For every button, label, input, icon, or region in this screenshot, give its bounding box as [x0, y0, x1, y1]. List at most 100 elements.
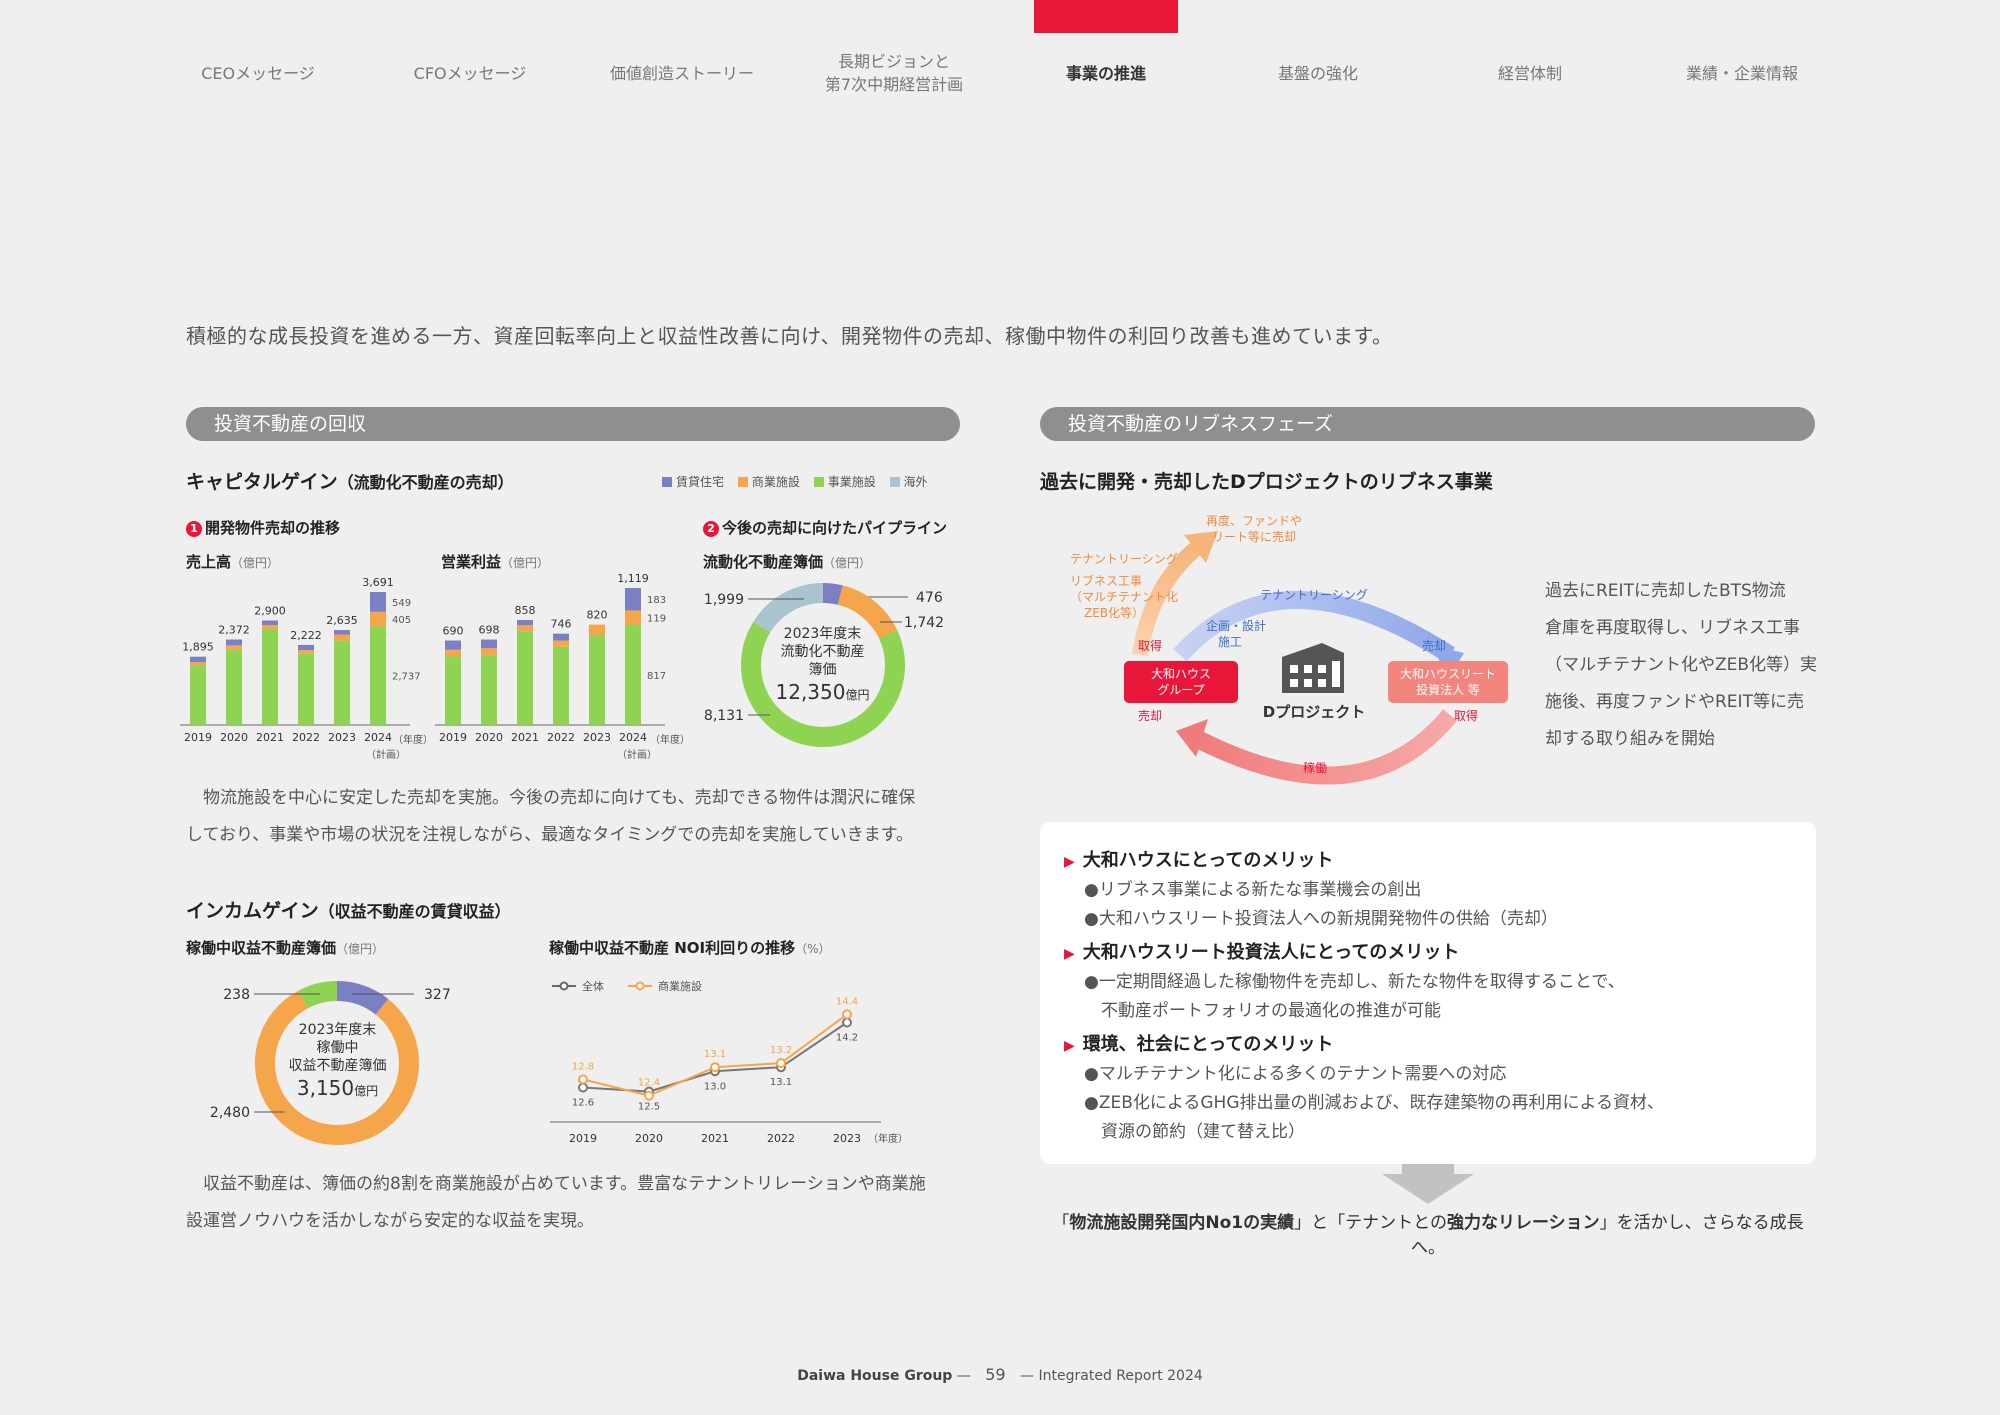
merit-title: 大和ハウスリート投資法人にとってのメリット — [1082, 942, 1460, 963]
nav-governance[interactable]: 経営体制 — [1430, 62, 1630, 85]
conclusion-part: 「 — [1052, 1213, 1070, 1233]
bar-total-label: 2,635 — [326, 614, 358, 627]
data-label: 13.2 — [770, 1045, 792, 1056]
bar-segment — [481, 639, 497, 649]
data-label: 13.0 — [704, 1081, 726, 1092]
body-line: 物流施設を中心に安定した売却を実施。今後の売却に向けても、売却できる物件は潤沢に… — [186, 788, 916, 808]
year-unit: （年度） — [868, 1132, 908, 1145]
bar-segment — [298, 653, 314, 725]
diagram-text: 取得 — [1454, 708, 1478, 723]
footer-dash: — — [956, 1368, 976, 1384]
diagram-text: テナントリーシング — [1070, 552, 1178, 566]
bar-segment — [625, 588, 641, 611]
merit-title: 大和ハウスにとってのメリット — [1082, 850, 1334, 871]
footer-brand: Daiwa House Group — [797, 1368, 953, 1384]
number-badge: 2 — [703, 521, 719, 537]
side-line: 過去にREITに売却したBTS物流 — [1545, 581, 1786, 601]
data-point — [710, 1062, 720, 1073]
donut-center-line: 収益不動産簿価 — [288, 1058, 387, 1074]
bar-segment — [481, 648, 497, 656]
section-title-left: 投資不動産の回収 — [186, 407, 960, 441]
bar-segment — [370, 626, 386, 725]
x-tick-label: 2020 — [635, 1132, 663, 1145]
diagram-text: 売却 — [1422, 638, 1446, 653]
bar-segment — [226, 639, 242, 646]
bar-total-label: 698 — [479, 624, 500, 637]
data-label: 13.1 — [770, 1077, 792, 1088]
merit-item: ●リブネス事業による新たな事業機会の創出 — [1084, 880, 1422, 900]
plan-note: （計画） — [366, 750, 406, 761]
merit-item: ●一定期間経過した稼働物件を売却し、新たな物件を取得することで、 — [1084, 972, 1625, 992]
legend-swatch-business — [813, 477, 824, 487]
merit-item: 資源の節約（建て替え比） — [1084, 1122, 1305, 1142]
income-gain-heading: インカムゲイン（収益不動産の賃貸収益） — [186, 896, 511, 923]
nav-ceo-message[interactable]: CEOメッセージ — [158, 62, 358, 85]
x-tick-label: 2022 — [547, 731, 575, 744]
donut-total: 12,350億円 — [740, 680, 905, 704]
bar-segment — [262, 625, 278, 630]
diagram-text: ZEB化等） — [1084, 606, 1144, 620]
nav-active-indicator — [1034, 0, 1178, 33]
diagram-text: 稼働 — [1303, 760, 1327, 775]
x-tick-label: 2022 — [767, 1132, 795, 1145]
side-line: （マルチテナント化やZEB化等）実 — [1545, 655, 1818, 675]
bar-segment — [445, 649, 461, 657]
merit-title: 環境、社会にとってのメリット — [1082, 1034, 1334, 1055]
intro-text: 積極的な成長投資を進める一方、資産回転率向上と収益性改善に向け、開発物件の売却、… — [186, 324, 1393, 348]
legend-swatch-overseas — [889, 477, 900, 487]
nav-foundation[interactable]: 基盤の強化 — [1218, 62, 1418, 85]
bar-total-label: 690 — [443, 625, 464, 638]
slice-label: 1,999 — [704, 592, 744, 608]
bar-total-label: 1,895 — [182, 641, 214, 654]
pipe-title-text: 流動化不動産簿価 — [703, 553, 824, 571]
conclusion-text: 「物流施設開発国内No1の実績」と「テナントとの強力なリレーション」を活かし、さ… — [1040, 1208, 1816, 1258]
merit-item: ●大和ハウスリート投資法人への新規開発物件の供給（売却） — [1084, 909, 1558, 929]
noi-line-chart: 全体 商業施設 12.6 12.5 13.0 13.1 14.2 12.8 12.4 13.1 13… — [550, 979, 908, 1145]
legend-label: 海外 — [903, 475, 928, 489]
segment-label: 405 — [392, 615, 411, 626]
data-label: 12.8 — [572, 1061, 594, 1072]
donut-total-unit: 億円 — [845, 688, 870, 702]
data-point — [578, 1074, 588, 1085]
triangle-icon: ▶ — [1064, 946, 1075, 962]
merit-item: ●マルチテナント化による多くのテナント需要への対応 — [1084, 1064, 1507, 1084]
page-footer: Daiwa House Group — 59 — Integrated Repo… — [0, 1365, 2000, 1384]
body-line: 設運営ノウハウを活かしながら安定的な収益を実現。 — [186, 1211, 594, 1231]
capital-gain-title-paren: （流動化不動産の売却） — [337, 473, 514, 492]
side-line: 却する取り組みを開始 — [1545, 729, 1715, 749]
pipeline-donut-center: 2023年度末 流動化不動産 簿価 12,350億円 — [740, 625, 905, 704]
donut-center-line: 2023年度末 — [298, 1022, 377, 1038]
diagram-text: テナントリーシング — [1260, 588, 1368, 602]
book-value-title: 稼働中収益不動産簿価（億円） — [186, 937, 384, 958]
nav-performance[interactable]: 業績・企業情報 — [1642, 62, 1842, 85]
bar-segment — [226, 645, 242, 651]
triangle-icon: ▶ — [1064, 1038, 1075, 1054]
plan-note: （計画） — [617, 750, 657, 761]
unit-label: （億円） — [823, 556, 872, 570]
donut-center-line: 2023年度末 — [783, 626, 862, 642]
year-unit: （年度） — [650, 735, 690, 746]
x-tick-label: 2019 — [439, 731, 467, 744]
year-unit: （年度） — [393, 735, 433, 746]
x-tick-label: 2021 — [511, 731, 539, 744]
diagram-center-label: Dプロジェクト — [1263, 703, 1365, 721]
diagram-text: 再度、ファンドや — [1206, 513, 1302, 528]
x-tick-label: 2023 — [583, 731, 611, 744]
data-point — [578, 1082, 588, 1093]
slice-label: 476 — [916, 590, 943, 606]
body-line: しており、事業や市場の状況を注視しながら、最適なタイミングでの売却を実施していき… — [186, 825, 914, 845]
nav-value-creation[interactable]: 価値創造ストーリー — [582, 62, 782, 85]
nav-long-term-vision[interactable]: 長期ビジョンと 第7次中期経営計画 — [794, 50, 994, 96]
diagram-side-text: 過去にREITに売却したBTS物流 倉庫を再度取得し、リブネス工事 （マルチテナ… — [1545, 573, 1817, 758]
donut-total-value: 12,350 — [775, 680, 846, 704]
bar-total-label: 820 — [587, 609, 608, 622]
bar-segment — [517, 631, 533, 725]
x-tick-label: 2019 — [184, 731, 212, 744]
diagram-text: （マルチテナント化 — [1070, 590, 1178, 604]
nav-cfo-message[interactable]: CFOメッセージ — [370, 62, 570, 85]
donut-total-value: 3,150 — [296, 1076, 355, 1100]
merit-item: 不動産ポートフォリオの最適化の推進が可能 — [1084, 1001, 1441, 1021]
nav-business-promotion[interactable]: 事業の推進 — [1006, 62, 1206, 85]
capital-gain-heading: キャピタルゲイン（流動化不動産の売却） — [186, 467, 514, 494]
segment-label: 183 — [647, 595, 666, 606]
